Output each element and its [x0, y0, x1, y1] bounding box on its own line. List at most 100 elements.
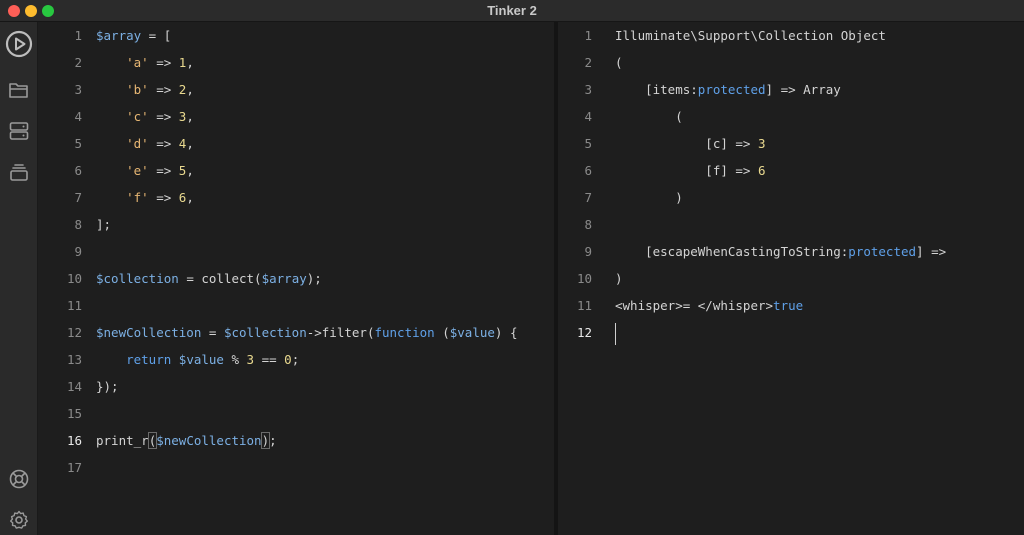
code-token: 'd' [126, 136, 149, 151]
line-number: 9 [74, 244, 82, 259]
code-token: $value [449, 325, 495, 340]
projects-button[interactable] [5, 76, 33, 104]
line-code: 'a' => 1, [96, 49, 194, 76]
line-code: $array = [ [96, 22, 171, 49]
code-token: return [126, 352, 172, 367]
code-token: [escapeWhenCastingToString: [615, 244, 849, 259]
code-token: [items: [615, 82, 698, 97]
code-token: => [148, 82, 179, 97]
code-token: [c] => [615, 136, 758, 151]
code-token: ( [434, 325, 450, 340]
line-number: 6 [584, 163, 592, 178]
code-token: $collection [96, 271, 179, 286]
line-number: 5 [74, 136, 82, 151]
line-number: 12 [576, 325, 592, 340]
snippets-button[interactable] [5, 158, 33, 186]
code-token: , [186, 55, 194, 70]
code-token: ( [615, 55, 623, 70]
code-token: 3 [758, 136, 766, 151]
line-number: 16 [66, 433, 82, 448]
code-token: function [374, 325, 435, 340]
connections-button[interactable] [5, 117, 33, 145]
line-number: 8 [74, 217, 82, 232]
line-code: 'f' => 6, [96, 184, 194, 211]
window-title: Tinker 2 [487, 3, 537, 18]
code-token: 'e' [126, 163, 149, 178]
line-number: 8 [584, 217, 592, 232]
code-token: , [186, 163, 194, 178]
line-code: ( [615, 49, 623, 76]
code-token: = collect( [178, 271, 262, 286]
line-code: ) [615, 265, 623, 292]
line-number: 17 [66, 460, 82, 475]
line-number: 2 [74, 55, 82, 70]
line-number: 1 [584, 28, 592, 43]
code-token: true [773, 298, 804, 313]
line-code: }); [96, 373, 119, 400]
line-number: 10 [66, 271, 82, 286]
server-icon [9, 122, 29, 140]
code-token: = [ [141, 28, 172, 43]
code-token: => [148, 190, 179, 205]
sidebar [0, 22, 38, 535]
line-code: ( [615, 103, 683, 130]
code-token: => [148, 109, 179, 124]
output-panel[interactable]: 1 Illuminate\Support\Collection Object 2 (3… [558, 22, 1024, 535]
code-token: , [186, 136, 194, 151]
line-code: 'e' => 5, [96, 157, 194, 184]
title-bar: Tinker 2 [0, 0, 1024, 22]
line-number: 11 [576, 298, 592, 313]
stack-icon [10, 164, 28, 181]
code-token: 'a' [126, 55, 149, 70]
code-token: => [148, 163, 179, 178]
line-number: 11 [66, 298, 82, 313]
code-token: protected [848, 244, 917, 259]
code-token: == [254, 352, 285, 367]
settings-button[interactable] [5, 506, 33, 534]
code-token: ] => [916, 244, 947, 259]
line-number: 13 [66, 352, 82, 367]
code-token: 'f' [126, 190, 149, 205]
code-token: ) [615, 271, 623, 286]
text-cursor [615, 323, 616, 345]
line-code: 'b' => 2, [96, 76, 194, 103]
line-code: $newCollection = $collection->filter(fun… [96, 319, 517, 346]
code-token: print_r [96, 433, 149, 448]
code-token: Illuminate\Support\Collection Object [615, 28, 886, 43]
code-token: $value [178, 352, 224, 367]
line-number: 3 [74, 82, 82, 97]
code-token: 3 [246, 352, 255, 367]
code-token: ) [615, 190, 683, 205]
code-editor[interactable]: 1 $array = [2 'a' => 1, 3 'b' => 2, 4 'c' =… [38, 22, 554, 535]
code-token: ]; [96, 217, 112, 232]
line-number: 1 [74, 28, 82, 43]
code-token: => [148, 136, 179, 151]
code-token: ) [260, 432, 271, 449]
line-number: 10 [576, 271, 592, 286]
lifebuoy-icon [9, 469, 29, 489]
code-token: 'b' [126, 82, 149, 97]
line-code: ]; [96, 211, 111, 238]
code-token: protected [697, 82, 766, 97]
code-token: $collection [223, 325, 307, 340]
play-circle-icon [5, 30, 33, 58]
code-token: ] => Array [765, 82, 841, 97]
help-button[interactable] [5, 465, 33, 493]
code-token: , [186, 109, 194, 124]
line-code: 'd' => 4, [96, 130, 194, 157]
code-token: 'c' [126, 109, 149, 124]
line-number: 6 [74, 163, 82, 178]
code-token: ; [269, 433, 277, 448]
line-code: print_r($newCollection); [96, 427, 277, 454]
gear-icon [10, 510, 28, 529]
code-token: $array [261, 271, 307, 286]
line-code: [f] => 6 [615, 157, 765, 184]
line-number: 15 [66, 406, 82, 421]
line-code: [escapeWhenCastingToString:protected] => [615, 238, 946, 265]
run-button[interactable] [5, 30, 33, 58]
